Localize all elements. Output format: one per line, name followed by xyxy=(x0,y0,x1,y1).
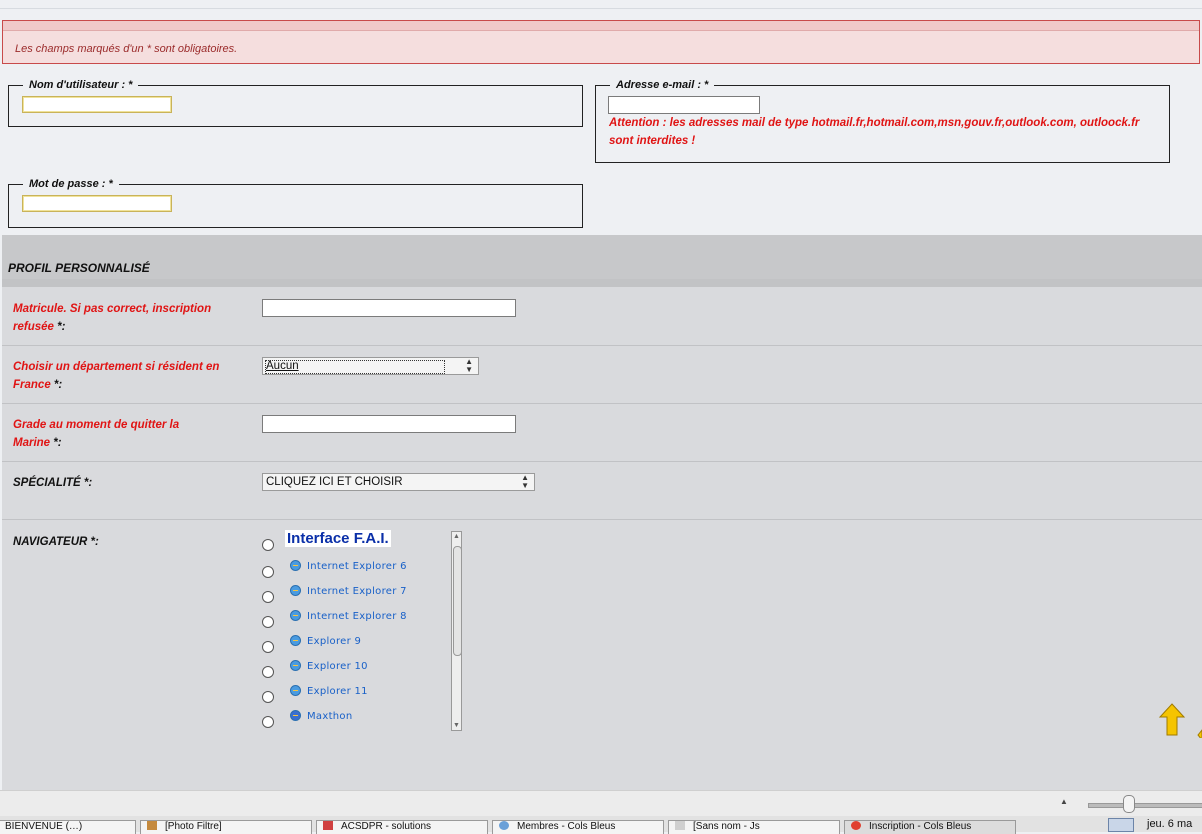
matricule-input[interactable] xyxy=(262,299,516,317)
grade-row: Grade au moment de quitter la Marine *: xyxy=(2,404,1202,462)
scroll-down-icon[interactable]: ▼ xyxy=(453,722,460,729)
browser-option: Interface F.A.I. xyxy=(285,530,391,547)
password-input[interactable] xyxy=(22,195,172,212)
username-legend: Nom d'utilisateur : * xyxy=(29,79,133,91)
browser-radio[interactable] xyxy=(262,691,274,703)
browser-option-label: Explorer 11 xyxy=(307,686,368,697)
app-icon xyxy=(147,821,157,830)
maxthon-icon xyxy=(290,710,301,721)
specialite-selected-value: CLIQUEZ ICI ET CHOISIR xyxy=(266,476,403,488)
app-icon xyxy=(675,821,685,830)
browser-option-label: Explorer 10 xyxy=(307,661,368,672)
taskbar-tab-label: [Photo Filtre] xyxy=(165,821,222,832)
taskbar-clock: jeu. 6 ma xyxy=(1147,818,1193,830)
browser-option: Explorer 11 xyxy=(290,685,368,697)
grade-label-text: Grade au moment de quitter la Marine xyxy=(13,419,180,449)
browser-option: Maxthon xyxy=(290,710,353,722)
show-desktop-icon[interactable] xyxy=(1108,818,1134,832)
top-strip xyxy=(0,0,1202,9)
browser-option-label: Maxthon xyxy=(307,711,353,722)
departement-label-text: Choisir un département si résident en Fr… xyxy=(13,361,220,391)
email-warning: Attention : les adresses mail de type ho… xyxy=(609,117,1140,147)
internet-explorer-icon xyxy=(290,660,301,671)
taskbar: BIENVENUE (…) [Photo Filtre] ACSDPR - so… xyxy=(0,816,1202,834)
grade-input[interactable] xyxy=(262,415,516,433)
departement-required-mark: *: xyxy=(50,379,63,391)
profile-section: PROFIL PERSONNALISÉ Matricule. Si pas co… xyxy=(2,235,1202,790)
browser-radio[interactable] xyxy=(262,566,274,578)
scroll-up-icon[interactable]: ▲ xyxy=(453,533,460,540)
username-input[interactable] xyxy=(22,96,172,113)
departement-label: Choisir un département si résident en Fr… xyxy=(13,358,223,394)
profile-title: PROFIL PERSONNALISÉ xyxy=(8,261,150,275)
browser-radio-list: Interface F.A.I. Internet Explorer 6 Int… xyxy=(260,528,460,728)
app-icon xyxy=(499,821,509,830)
internet-explorer-icon xyxy=(290,610,301,621)
departement-select[interactable]: Aucun ▲ ▼ xyxy=(262,357,479,375)
password-legend: Mot de passe : * xyxy=(29,178,113,190)
grade-label: Grade au moment de quitter la Marine *: xyxy=(13,416,203,452)
browser-option: Explorer 10 xyxy=(290,660,368,672)
browser-radio[interactable] xyxy=(262,616,274,628)
select-focus-ring xyxy=(265,360,445,374)
browser-option: Internet Explorer 6 xyxy=(290,560,407,572)
zoom-slider-thumb[interactable] xyxy=(1123,795,1135,813)
taskbar-tab-label: BIENVENUE (…) xyxy=(5,821,83,832)
navigateur-label: NAVIGATEUR *: xyxy=(13,536,99,548)
grade-required-mark: *: xyxy=(50,437,62,449)
browser-option: Internet Explorer 8 xyxy=(290,610,407,622)
browser-option-label: Internet Explorer 6 xyxy=(307,561,407,572)
internet-explorer-icon xyxy=(290,685,301,696)
specialite-label: SPÉCIALITÉ *: xyxy=(13,477,93,489)
browser-option: Internet Explorer 7 xyxy=(290,585,407,597)
matricule-label-text: Matricule. Si pas correct, inscription r… xyxy=(13,303,212,333)
required-fields-notice: Les champs marqués d'un * sont obligatoi… xyxy=(2,20,1200,64)
scroll-to-top-arrow-icon[interactable] xyxy=(1158,702,1202,738)
browser-option-label: Internet Explorer 8 xyxy=(307,611,407,622)
browser-radio[interactable] xyxy=(262,716,274,728)
profile-header-rule xyxy=(2,279,1202,287)
taskbar-tab-label: ACSDPR - solutions xyxy=(341,821,432,832)
internet-explorer-icon xyxy=(290,560,301,571)
taskbar-tab-label: Inscription - Cols Bleus xyxy=(869,821,972,832)
email-legend: Adresse e-mail : * xyxy=(616,79,709,91)
internet-explorer-icon xyxy=(290,585,301,596)
browser-list-scrollbar[interactable]: ▲ ▼ xyxy=(451,531,462,731)
browser-radio[interactable] xyxy=(262,666,274,678)
profile-header: PROFIL PERSONNALISÉ xyxy=(2,235,1202,287)
email-input[interactable] xyxy=(608,96,760,114)
app-icon xyxy=(851,821,861,830)
zoom-slider-track[interactable] xyxy=(1088,803,1202,808)
browser-option: Explorer 9 xyxy=(290,635,361,647)
specialite-row: SPÉCIALITÉ *: CLIQUEZ ICI ET CHOISIR ▲ ▼ xyxy=(2,462,1202,520)
zoom-up-icon[interactable]: ▲ xyxy=(1060,797,1068,806)
departement-row: Choisir un département si résident en Fr… xyxy=(2,346,1202,404)
browser-radio[interactable] xyxy=(262,641,274,653)
browser-option-label: Internet Explorer 7 xyxy=(307,586,407,597)
specialite-select[interactable]: CLIQUEZ ICI ET CHOISIR ▲ ▼ xyxy=(262,473,535,491)
internet-explorer-icon xyxy=(290,635,301,646)
taskbar-tab-label: Membres - Cols Bleus xyxy=(517,821,616,832)
browser-option-label: Explorer 9 xyxy=(307,636,362,647)
browser-status-bar: ▲ xyxy=(0,790,1202,817)
browser-radio[interactable] xyxy=(262,539,274,551)
browser-radio[interactable] xyxy=(262,591,274,603)
notice-text: Les champs marqués d'un * sont obligatoi… xyxy=(15,43,238,55)
matricule-label: Matricule. Si pas correct, inscription r… xyxy=(13,300,223,336)
select-arrows-icon: ▲ ▼ xyxy=(465,357,473,374)
app-icon xyxy=(323,821,333,830)
select-arrows-icon: ▲ ▼ xyxy=(521,473,529,490)
matricule-required-mark: *: xyxy=(53,321,66,333)
matricule-row: Matricule. Si pas correct, inscription r… xyxy=(2,287,1202,346)
notice-bar xyxy=(3,21,1199,31)
scroll-thumb[interactable] xyxy=(453,546,462,656)
taskbar-tab-label: [Sans nom - Js xyxy=(693,821,760,832)
